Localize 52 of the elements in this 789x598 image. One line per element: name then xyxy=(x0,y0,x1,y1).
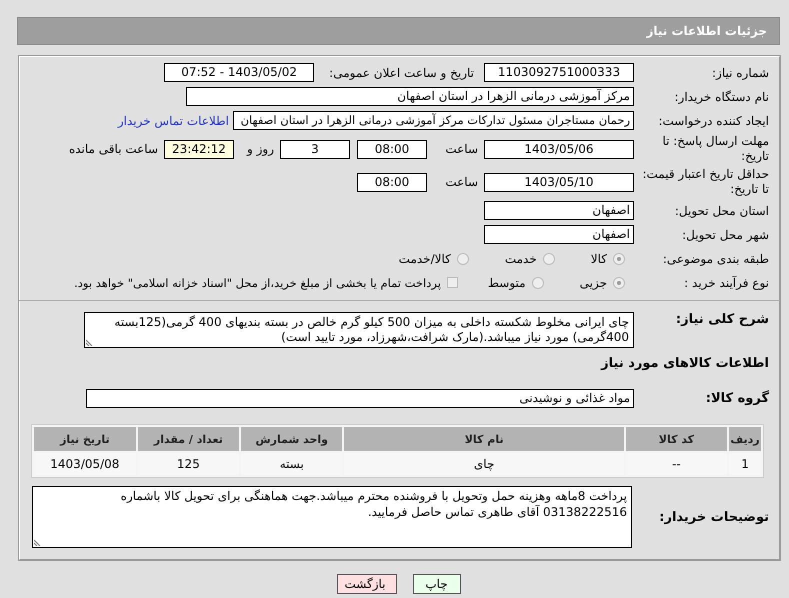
column-header: واحد شمارش xyxy=(241,427,342,451)
resize-grip-icon xyxy=(86,338,94,346)
page-title: جزئیات اطلاعات نیاز xyxy=(646,24,767,38)
requester-field: رحمان مستاجران مسئول تدارکات مرکز آموزشی درمانی الزهرا در استان اصفهان xyxy=(233,111,634,130)
field-label: شهر محل تحویل: xyxy=(681,228,770,242)
days-field: 3 xyxy=(280,140,350,158)
radio-option[interactable]: خدمت xyxy=(504,252,555,266)
field-label: توضیحات خریدار: xyxy=(658,510,770,524)
buyer-name-field: مرکز آموزشی درمانی الزهرا در استان اصفهان xyxy=(186,87,634,106)
radio-option[interactable]: متوسط xyxy=(488,276,544,290)
remaining-time-field: 23:42:12 xyxy=(164,140,234,158)
column-header: تعداد / مقدار xyxy=(138,427,240,451)
field-label: ساعت xyxy=(444,142,478,156)
goods-group-field: مواد غذائی و نوشیدنی xyxy=(86,389,634,408)
field-label: حداقل تاریخ اعتبار قیمت: تا تاریخ: xyxy=(641,167,770,197)
column-header: نام کالا xyxy=(344,427,624,451)
column-header: کد کالا xyxy=(626,427,728,451)
description-box[interactable]: چای ایرانی مخلوط شکسته داخلی به میزان 500 کیلو گرم خالص در بسته بندیهای 400 گرمی(125بسته 400گرمی) مورد نیاز میباشد.(مارک شرافت،شهرزاد، مورد تایید است) xyxy=(84,312,634,348)
treasury-checkbox[interactable] xyxy=(446,277,458,288)
validity-date-field: 1403/05/10 xyxy=(484,172,634,192)
field-label: نوع فرآیند خرید : xyxy=(683,276,770,290)
buyer-notes-box[interactable]: پرداخت 8ماهه وهزینه حمل وتحویل با فروشنده محترم میباشد.جهت هماهنگی برای تحویل کالا باشماره 03138222516 آقای طاهری تماس حاصل فرمایید. xyxy=(32,486,632,548)
treasury-label: پرداخت تمام یا بخشی از مبلغ خرید،از محل "اسناد خزانه اسلامی" خواهد بود. xyxy=(74,276,441,290)
field-label: تاریخ و ساعت اعلان عمومی: xyxy=(329,66,474,80)
action-button[interactable]: چاپ xyxy=(412,574,460,594)
section-title: اطلاعات کالاهای مورد نیاز xyxy=(600,356,770,371)
field-label: استان محل تحویل: xyxy=(674,204,770,218)
deadline-date-field: 1403/05/06 xyxy=(484,140,634,158)
field-label: نام دستگاه خریدار: xyxy=(674,90,770,104)
radio-option[interactable]: جزیی xyxy=(580,276,625,290)
buyer-contact-link[interactable]: اطلاعات تماس خریدار xyxy=(118,114,229,128)
field-label: گروه کالا: xyxy=(704,391,770,406)
field-label: طبقه بندی موضوعی: xyxy=(662,252,770,266)
column-header: تاریخ نیاز xyxy=(34,427,136,451)
field-label: ایجاد کننده درخواست: xyxy=(657,114,770,128)
resize-grip-icon xyxy=(34,538,42,546)
deadline-time-field: 08:00 xyxy=(357,140,427,158)
field-label: روز و xyxy=(247,142,274,156)
field-label: ساعت xyxy=(444,175,478,189)
field-label: مهلت ارسال پاسخ: تا تاریخ: xyxy=(661,134,770,164)
field-label: شرح کلی نیاز: xyxy=(674,312,770,327)
column-header: ردیف xyxy=(729,427,761,451)
province-field: اصفهان xyxy=(484,201,634,220)
radio-option[interactable]: کالا/خدمت xyxy=(398,252,469,266)
radio-option[interactable]: کالا xyxy=(590,252,625,266)
field-label: ساعت باقی مانده xyxy=(68,142,158,156)
need-number-field: 1103092751000333 xyxy=(484,63,634,82)
announce-date-field: 1403/05/02 - 07:52 xyxy=(164,63,314,82)
city-field: اصفهان xyxy=(484,225,634,244)
validity-time-field: 08:00 xyxy=(357,172,427,192)
action-button[interactable]: بازگشت xyxy=(336,574,396,594)
field-label: شماره نیاز: xyxy=(711,66,770,80)
